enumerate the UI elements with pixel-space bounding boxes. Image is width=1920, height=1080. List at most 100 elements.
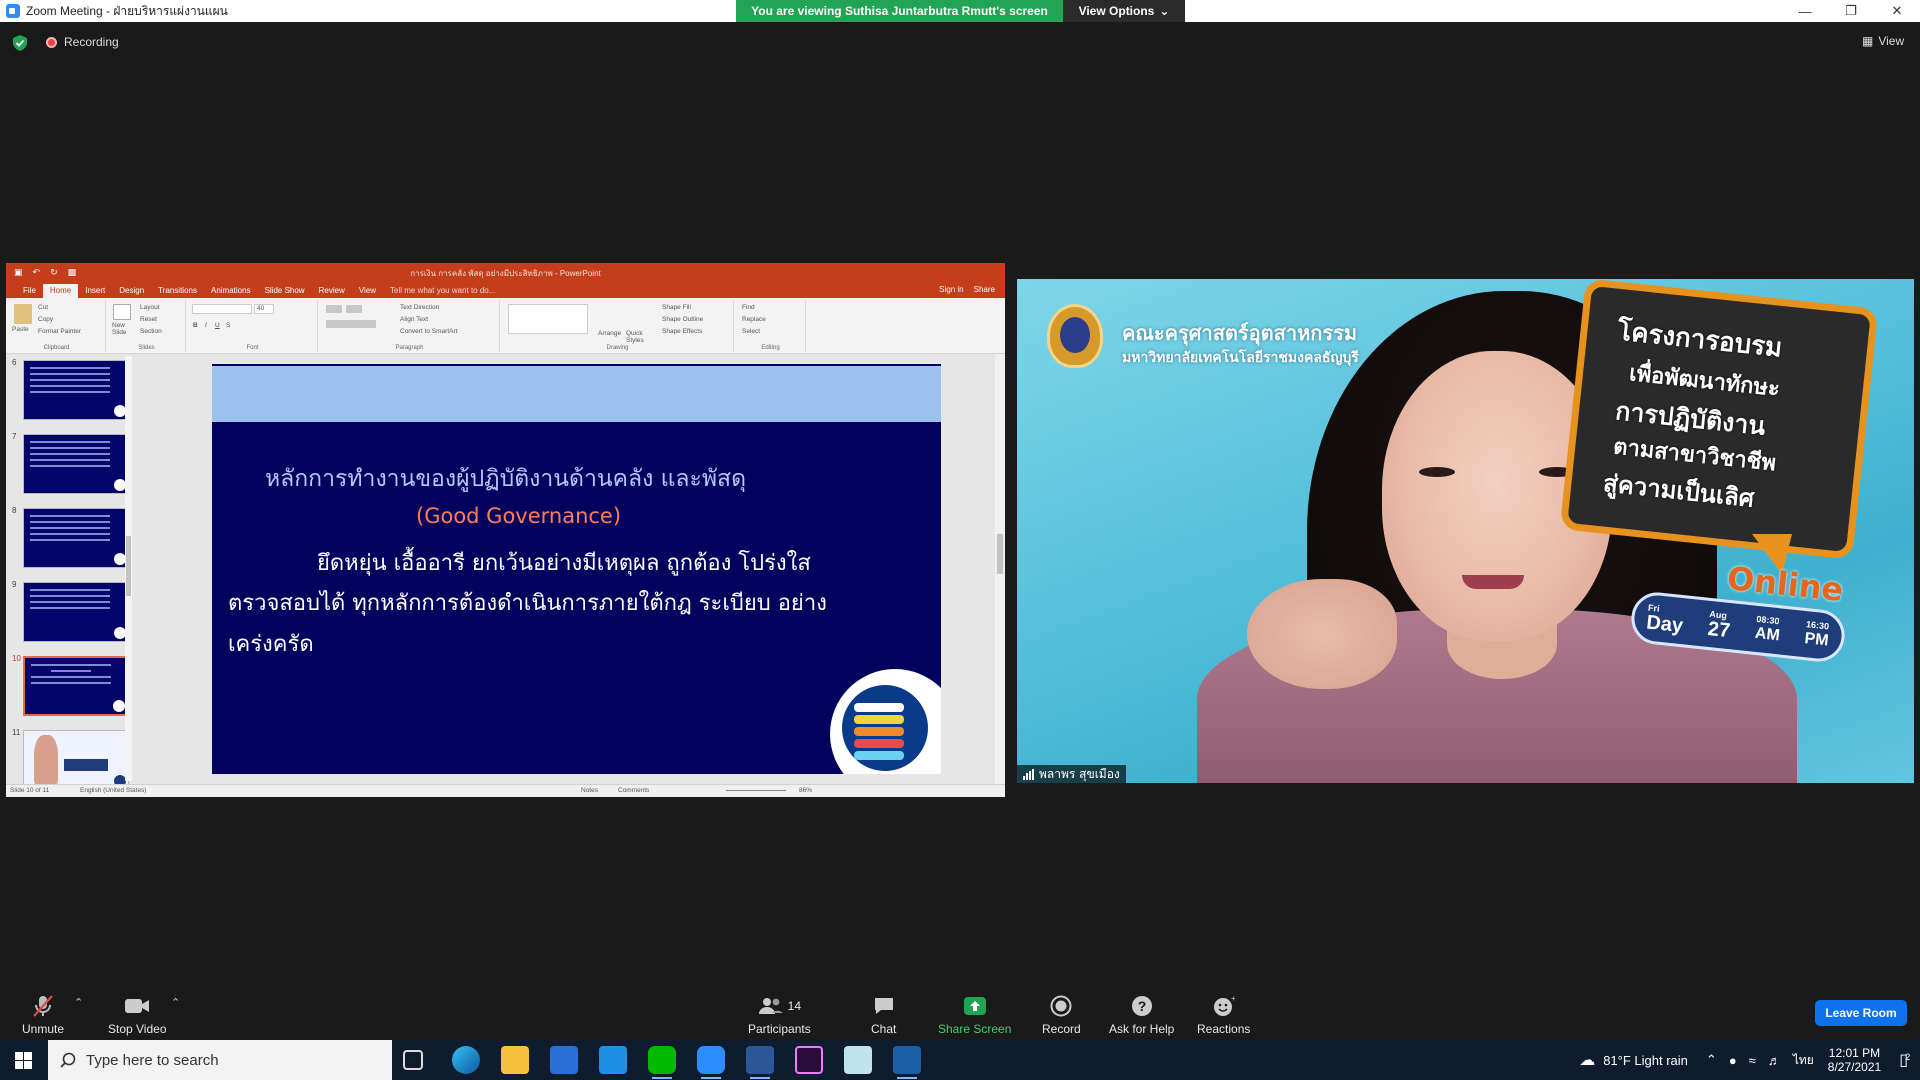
convert-smartart-button[interactable]: Convert to SmartArt (400, 328, 457, 335)
slide-thumbnail-9[interactable] (23, 582, 129, 642)
view-options-button[interactable]: View Options ⌄ (1063, 0, 1185, 22)
comments-button[interactable]: Comments (618, 787, 649, 794)
bold-icon[interactable]: B (193, 322, 198, 329)
minimize-icon[interactable]: — (1782, 0, 1828, 22)
tab-transitions[interactable]: Transitions (151, 284, 204, 298)
tab-file[interactable]: File (16, 284, 43, 298)
windows-start-icon[interactable] (15, 1052, 32, 1069)
close-icon[interactable]: ✕ (1874, 0, 1920, 22)
microsoft-store-icon[interactable] (550, 1046, 578, 1074)
section-button[interactable]: Section (140, 328, 162, 335)
new-slide-icon[interactable] (113, 304, 131, 320)
mail-icon[interactable] (599, 1046, 627, 1074)
slide-thumbnail-11[interactable] (23, 730, 129, 790)
tab-view[interactable]: View (352, 284, 383, 298)
task-view-icon[interactable] (403, 1050, 423, 1070)
share-button[interactable]: Share (974, 285, 995, 294)
quick-styles-button[interactable]: Quick Styles (626, 330, 650, 344)
shared-powerpoint-window[interactable]: การเงิน การคลัง พัสดุ อย่างมีประสิทธิภาพ… (6, 263, 1005, 797)
slide-thumbnail-7[interactable] (23, 434, 129, 494)
stop-video-button[interactable]: Stop Video (108, 994, 167, 1036)
taskbar-search-box[interactable]: Type here to search (48, 1040, 392, 1080)
edge-browser-icon[interactable] (452, 1046, 480, 1074)
paste-button[interactable]: Paste (12, 326, 29, 333)
input-language[interactable]: ไทย (1793, 1051, 1814, 1070)
slide-thumbnail-10[interactable] (23, 656, 129, 716)
wifi-icon[interactable]: ≈ (1749, 1053, 1756, 1068)
participants-button[interactable]: 14 Participants (748, 994, 811, 1036)
tab-animations[interactable]: Animations (204, 284, 258, 298)
numbering-icon[interactable] (346, 305, 362, 313)
share-screen-button[interactable]: Share Screen (938, 994, 1011, 1036)
present-icon[interactable]: ▩ (68, 267, 77, 278)
select-button[interactable]: Select (742, 328, 760, 335)
slide-scrollbar[interactable] (995, 354, 1005, 784)
thumbnails-scrollbar[interactable] (125, 356, 132, 781)
restore-icon[interactable]: ❐ (1828, 0, 1874, 22)
italic-icon[interactable]: I (205, 322, 207, 329)
notepad-app-icon[interactable] (844, 1046, 872, 1074)
clock[interactable]: 12:01 PM 8/27/2021 (1828, 1046, 1881, 1074)
weather-label[interactable]: 81°F Light rain (1603, 1053, 1688, 1068)
reactions-button[interactable]: + Reactions (1197, 994, 1250, 1036)
cloud-sync-icon[interactable]: ● (1729, 1053, 1737, 1068)
volume-icon[interactable]: ♬ (1768, 1053, 1781, 1068)
save-icon[interactable]: ▣ (14, 267, 23, 278)
premiere-app-icon[interactable] (795, 1046, 823, 1074)
font-name-box[interactable] (192, 304, 252, 314)
underline-icon[interactable]: U (215, 322, 220, 329)
tray-chevron-up-icon[interactable]: ⌃ (1706, 1052, 1717, 1068)
line-app-icon[interactable] (648, 1046, 676, 1079)
tell-me-box[interactable]: Tell me what you want to do... (383, 284, 502, 298)
language-label[interactable]: English (United States) (80, 787, 146, 794)
notifications-icon[interactable]: ▯ 2 (1899, 1050, 1910, 1070)
align-text-button[interactable]: Align Text (400, 316, 428, 323)
leave-room-button[interactable]: Leave Room (1815, 1000, 1907, 1026)
cut-button[interactable]: Cut (38, 304, 48, 311)
sign-in-link[interactable]: Sign in (939, 285, 963, 294)
slide-thumbnail-6[interactable] (23, 360, 129, 420)
shield-icon[interactable] (13, 35, 27, 51)
slide-thumbnail-8[interactable] (23, 508, 129, 568)
audio-options-caret-icon[interactable]: ⌃ (74, 996, 83, 1009)
ask-for-help-button[interactable]: ? Ask for Help (1109, 994, 1174, 1036)
record-button[interactable]: Record (1042, 994, 1081, 1036)
tab-insert[interactable]: Insert (78, 284, 112, 298)
notes-button[interactable]: Notes (581, 787, 598, 794)
copy-button[interactable]: Copy (38, 316, 53, 323)
chat-button[interactable]: Chat (871, 994, 896, 1036)
slide-canvas[interactable]: หลักการทำงานของผู้ปฏิบัติงานด้านคลัง และ… (212, 364, 941, 774)
layout-button[interactable]: Layout (140, 304, 160, 311)
zoom-app-icon[interactable] (697, 1046, 725, 1079)
format-painter-button[interactable]: Format Painter (38, 328, 81, 335)
unmute-button[interactable]: Unmute (22, 994, 64, 1036)
shapes-gallery[interactable] (508, 304, 588, 334)
shape-outline-button[interactable]: Shape Outline (662, 316, 703, 323)
text-direction-button[interactable]: Text Direction (400, 304, 439, 311)
paste-icon[interactable] (14, 304, 32, 324)
strikethrough-icon[interactable]: S (226, 322, 230, 329)
replace-button[interactable]: Replace (742, 316, 766, 323)
align-icons[interactable] (326, 320, 376, 328)
shape-fill-button[interactable]: Shape Fill (662, 304, 691, 311)
photos-app-icon[interactable] (893, 1046, 921, 1079)
file-explorer-icon[interactable] (501, 1046, 529, 1074)
arrange-button[interactable]: Arrange (598, 330, 621, 337)
zoom-level[interactable]: 86% (799, 787, 812, 794)
word-app-icon[interactable] (746, 1046, 774, 1079)
view-button[interactable]: ▦ View (1862, 34, 1904, 48)
video-options-caret-icon[interactable]: ⌃ (171, 996, 180, 1009)
bullets-icon[interactable] (326, 305, 342, 313)
new-slide-button[interactable]: New Slide (112, 322, 136, 336)
tab-home[interactable]: Home (42, 284, 79, 298)
zoom-slider[interactable] (726, 790, 786, 791)
reset-button[interactable]: Reset (140, 316, 157, 323)
participant-video-tile[interactable]: คณะครุศาสตร์อุตสาหกรรม มหาวิทยาลัยเทคโนโ… (1017, 279, 1914, 783)
redo-icon[interactable]: ↻ (50, 267, 58, 278)
shape-effects-button[interactable]: Shape Effects (662, 328, 702, 335)
weather-cloud-icon[interactable]: ☁ (1579, 1050, 1595, 1070)
tab-review[interactable]: Review (312, 284, 352, 298)
tab-design[interactable]: Design (112, 284, 151, 298)
tab-slide-show[interactable]: Slide Show (258, 284, 312, 298)
find-button[interactable]: Find (742, 304, 755, 311)
